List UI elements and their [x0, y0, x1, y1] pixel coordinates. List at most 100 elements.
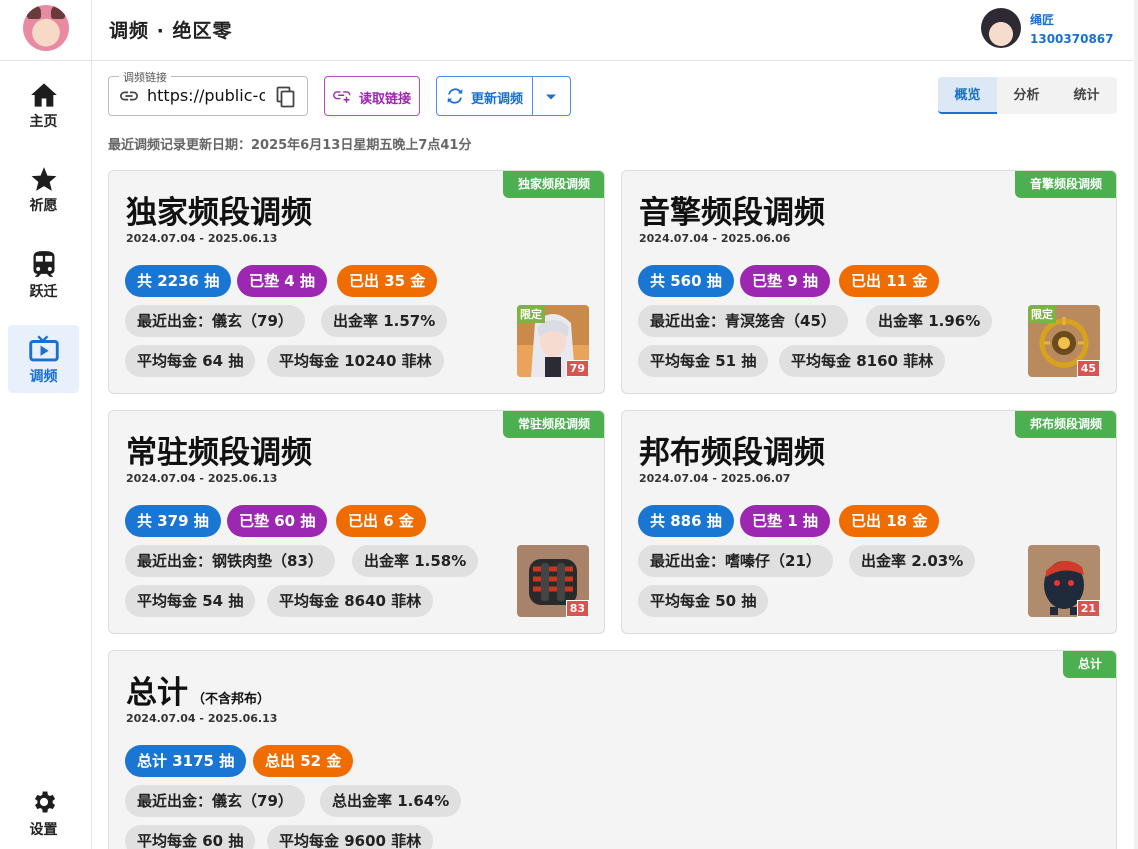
gold-count-chip: 已出 18 金 — [839, 505, 940, 537]
card-date-range: 2024.07.04 - 2025.06.07 — [639, 472, 791, 485]
avg-film-chip: 平均每金 8640 菲林 — [267, 585, 434, 617]
latest-gold-chip: 最近出金：钢铁肉垫（83） — [125, 545, 335, 577]
tab-overview[interactable]: 概览 — [938, 77, 997, 114]
page-title: 调频 · 绝区零 — [109, 20, 233, 42]
card-title: 独家频段调频 — [126, 195, 312, 231]
limited-badge: 限定 — [1028, 305, 1056, 323]
latest-gold-thumbnail[interactable]: 83 — [517, 545, 589, 617]
avg-pulls-chip: 平均每金 60 抽 — [125, 825, 256, 849]
avg-pulls-chip: 平均每金 54 抽 — [125, 585, 256, 617]
link-add-icon — [333, 91, 351, 103]
copy-icon[interactable] — [276, 86, 296, 108]
app-logo[interactable] — [23, 5, 69, 51]
summary-card: 总计 总计 （不含邦布） 2024.07.04 - 2025.06.13 总计 3… — [108, 650, 1117, 849]
pull-count-badge: 79 — [565, 360, 589, 377]
scrollbar[interactable] — [1134, 0, 1138, 849]
pull-count-badge: 45 — [1076, 360, 1100, 377]
card-date-range: 2024.07.04 - 2025.06.13 — [126, 232, 278, 245]
total-pulls-chip: 总计 3175 抽 — [125, 745, 247, 777]
latest-gold-chip: 最近出金：嗜嗪仔（21） — [638, 545, 833, 577]
signal-link-field[interactable]: 调频链接 https://public-operation-nap.mihoyo… — [108, 69, 308, 116]
tv-icon — [28, 335, 59, 362]
summary-subtitle: （不含邦布） — [192, 692, 271, 707]
star-icon — [31, 167, 56, 191]
card-title: 邦布频段调频 — [639, 435, 825, 471]
sidebar-divider — [0, 60, 92, 61]
total-pulls-chip: 共 2236 抽 — [125, 265, 232, 297]
w-engine-signal-card: 音擎频段调频 音擎频段调频 2024.07.04 - 2025.06.06 共 … — [621, 170, 1117, 394]
pity-chip: 已垫 1 抽 — [740, 505, 830, 537]
latest-gold-thumbnail[interactable]: 限定 79 — [517, 305, 589, 377]
avg-film-chip: 平均每金 9600 菲林 — [267, 825, 434, 849]
pity-chip: 已垫 60 抽 — [227, 505, 328, 537]
sidebar-item-settings[interactable]: 设置 — [8, 778, 79, 846]
latest-gold-thumbnail[interactable]: 21 — [1028, 545, 1100, 617]
total-pulls-chip: 共 560 抽 — [638, 265, 734, 297]
total-pulls-chip: 共 886 抽 — [638, 505, 734, 537]
tab-statistics[interactable]: 统计 — [1057, 77, 1116, 114]
sidebar: 主页 祈愿 跃迁 调频 设置 — [0, 0, 92, 849]
card-tag: 音擎频段调频 — [1014, 171, 1116, 198]
sidebar-item-wish[interactable]: 祈愿 — [8, 156, 79, 224]
total-pulls-chip: 共 379 抽 — [125, 505, 221, 537]
avg-pulls-chip: 平均每金 50 抽 — [638, 585, 769, 617]
sidebar-item-warp[interactable]: 跃迁 — [8, 240, 79, 308]
card-date-range: 2024.07.04 - 2025.06.13 — [126, 712, 278, 725]
exclusive-signal-card: 独家频段调频 独家频段调频 2024.07.04 - 2025.06.13 共 … — [108, 170, 605, 394]
latest-gold-thumbnail[interactable]: 限定 45 — [1028, 305, 1100, 377]
pull-count-badge: 83 — [565, 600, 589, 617]
view-tabs: 概览 分析 统计 — [938, 77, 1117, 114]
avatar[interactable] — [981, 8, 1021, 48]
sidebar-item-home[interactable]: 主页 — [8, 72, 79, 140]
latest-gold-chip: 最近出金：儀玄（79） — [125, 305, 305, 337]
gold-rate-chip: 出金率 1.58% — [352, 545, 479, 577]
train-icon — [33, 251, 54, 277]
gold-rate-chip: 出金率 1.96% — [866, 305, 993, 337]
gold-rate-chip: 出金率 2.03% — [849, 545, 976, 577]
sidebar-item-label: 跃迁 — [29, 284, 58, 300]
signal-link-input[interactable]: https://public-operation-nap.mihoyo.com — [147, 86, 265, 105]
home-icon — [30, 83, 57, 107]
top-header: 调频 · 绝区零 绳匠 1300370867 — [92, 0, 1138, 61]
sidebar-item-label: 调频 — [29, 369, 58, 385]
refresh-icon — [447, 88, 463, 104]
update-button-group: 更新调频 — [436, 76, 571, 116]
limited-badge: 限定 — [517, 305, 545, 323]
app-root: 主页 祈愿 跃迁 调频 设置 调频 · 绝区零 绳匠 1300370867 调频… — [0, 0, 1138, 849]
link-icon — [120, 91, 138, 101]
latest-gold-chip: 最近出金：青溟笼舍（45） — [638, 305, 848, 337]
sidebar-item-label: 主页 — [29, 114, 58, 130]
summary-title: 总计 — [126, 675, 188, 711]
card-date-range: 2024.07.04 - 2025.06.06 — [639, 232, 791, 245]
user-id[interactable]: 1300370867 — [1030, 32, 1114, 46]
read-link-label: 读取链接 — [359, 92, 412, 107]
chevron-down-icon[interactable] — [545, 93, 557, 101]
tab-analysis[interactable]: 分析 — [997, 77, 1056, 114]
update-signal-label: 更新调频 — [471, 92, 524, 107]
avg-pulls-chip: 平均每金 64 抽 — [125, 345, 256, 377]
sidebar-item-signal[interactable]: 调频 — [8, 325, 79, 393]
pity-chip: 已垫 4 抽 — [237, 265, 327, 297]
gold-count-chip: 已出 6 金 — [336, 505, 426, 537]
card-title: 常驻频段调频 — [126, 435, 312, 471]
pull-count-badge: 21 — [1076, 600, 1100, 617]
gear-icon — [34, 791, 55, 813]
latest-gold-chip: 最近出金：儀玄（79） — [125, 785, 305, 817]
gold-rate-chip: 出金率 1.57% — [321, 305, 448, 337]
user-name[interactable]: 绳匠 — [1030, 11, 1054, 28]
gold-count-chip: 已出 35 金 — [337, 265, 438, 297]
bangboo-signal-card: 邦布频段调频 邦布频段调频 2024.07.04 - 2025.06.07 共 … — [621, 410, 1117, 634]
avg-film-chip: 平均每金 10240 菲林 — [267, 345, 444, 377]
card-tag: 常驻频段调频 — [502, 411, 604, 438]
gold-count-chip: 总出 52 金 — [253, 745, 354, 777]
pity-chip: 已垫 9 抽 — [740, 265, 830, 297]
standard-signal-card: 常驻频段调频 常驻频段调频 2024.07.04 - 2025.06.13 共 … — [108, 410, 605, 634]
update-signal-button[interactable]: 更新调频 — [437, 77, 533, 115]
read-link-button[interactable]: 读取链接 — [324, 76, 420, 116]
card-title: 总计 （不含邦布） — [126, 667, 270, 712]
avg-film-chip: 平均每金 8160 菲林 — [779, 345, 946, 377]
avg-pulls-chip: 平均每金 51 抽 — [638, 345, 769, 377]
card-tag: 独家频段调频 — [502, 171, 604, 198]
update-date-text: 最近调频记录更新日期：2025年6月13日星期五晚上7点41分 — [108, 138, 472, 153]
card-tag: 邦布频段调频 — [1014, 411, 1116, 438]
